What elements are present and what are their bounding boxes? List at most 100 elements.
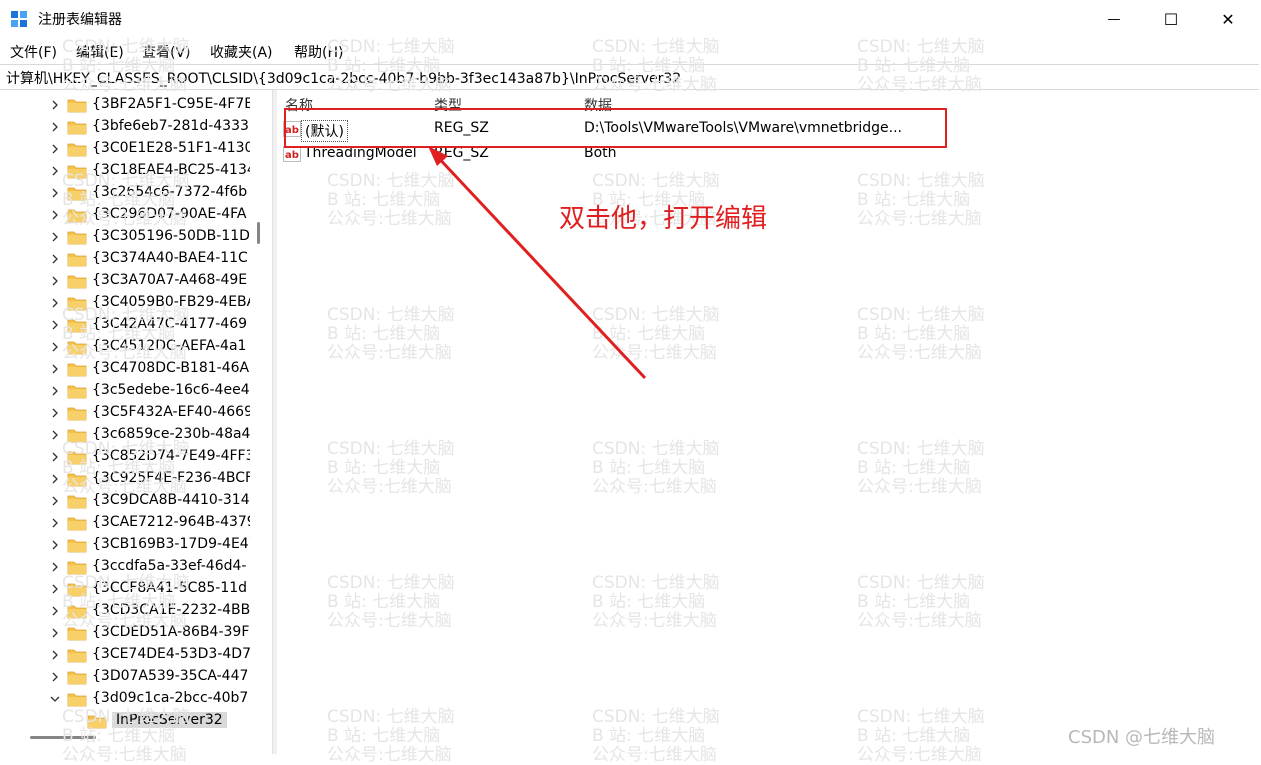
folder-icon xyxy=(67,407,87,421)
tree-item[interactable]: {3C305196-50DB-11D xyxy=(0,226,250,248)
chevron-right-icon[interactable] xyxy=(50,166,60,176)
chevron-right-icon[interactable] xyxy=(50,232,60,242)
tree-item-label: {3bfe6eb7-281d-4333 xyxy=(92,118,249,134)
chevron-right-icon[interactable] xyxy=(50,628,60,638)
folder-icon xyxy=(67,671,87,685)
tree-item-label: {3C5F432A-EF40-4669 xyxy=(92,404,250,420)
tree-item[interactable]: {3c5edebe-16c6-4ee4 xyxy=(0,380,250,402)
menu-file[interactable]: 文件(F) xyxy=(10,42,57,62)
watermark-wechat: 公众号:七维大脑 xyxy=(857,75,982,95)
watermark-bilibili: B 站: 七维大脑 xyxy=(62,726,176,746)
registry-editor-icon xyxy=(11,11,27,27)
maximize-button[interactable]: ☐ xyxy=(1140,0,1202,38)
watermark: CSDN: 七维大脑 B 站: 七维大脑 公众号:七维大脑 xyxy=(62,38,190,95)
chevron-right-icon[interactable] xyxy=(50,276,60,286)
chevron-right-icon[interactable] xyxy=(50,188,60,198)
watermark-csdn: CSDN: 七维大脑 xyxy=(62,707,190,727)
folder-icon xyxy=(67,649,87,663)
chevron-right-icon[interactable] xyxy=(50,452,60,462)
watermark-bilibili: B 站: 七维大脑 xyxy=(857,324,971,344)
chevron-right-icon[interactable] xyxy=(50,254,60,264)
chevron-right-icon[interactable] xyxy=(50,562,60,572)
tree-item[interactable]: {3C374A40-BAE4-11C xyxy=(0,248,250,270)
folder-icon xyxy=(67,121,87,135)
tree-item-label: {3C3A70A7-A468-49E xyxy=(92,272,248,288)
chevron-right-icon[interactable] xyxy=(50,210,60,220)
chevron-right-icon[interactable] xyxy=(50,298,60,308)
chevron-right-icon[interactable] xyxy=(50,584,60,594)
watermark-wechat: 公众号:七维大脑 xyxy=(592,745,717,765)
watermark-wechat: 公众号:七维大脑 xyxy=(857,611,982,631)
chevron-right-icon[interactable] xyxy=(50,342,60,352)
tree-item-label: {3ccdfa5a-33ef-46d4- xyxy=(92,558,247,574)
chevron-right-icon[interactable] xyxy=(50,386,60,396)
watermark-bilibili: B 站: 七维大脑 xyxy=(592,324,706,344)
tree-vertical-scrollbar[interactable] xyxy=(257,222,260,244)
watermark-bilibili: B 站: 七维大脑 xyxy=(62,324,176,344)
folder-icon xyxy=(67,385,87,399)
tree-item[interactable]: {3C3A70A7-A468-49E xyxy=(0,270,250,292)
chevron-right-icon[interactable] xyxy=(50,518,60,528)
tree-item[interactable]: {3D07A539-35CA-447 xyxy=(0,666,250,688)
watermark-csdn: CSDN: 七维大脑 xyxy=(62,573,190,593)
watermark-csdn: CSDN: 七维大脑 xyxy=(857,707,985,727)
tree-item[interactable]: {3CAE7212-964B-4379 xyxy=(0,512,250,534)
watermark-wechat: 公众号:七维大脑 xyxy=(62,209,187,229)
close-button[interactable]: ✕ xyxy=(1197,0,1259,38)
chevron-right-icon[interactable] xyxy=(50,144,60,154)
watermark-csdn: CSDN: 七维大脑 xyxy=(62,171,190,191)
tree-item[interactable]: {3bfe6eb7-281d-4333 xyxy=(0,116,250,138)
folder-icon xyxy=(67,539,87,553)
tree-item[interactable]: {3BF2A5F1-C95E-4F7E xyxy=(0,94,250,116)
chevron-right-icon[interactable] xyxy=(50,408,60,418)
watermark: CSDN: 七维大脑 B 站: 七维大脑 公众号:七维大脑 xyxy=(857,440,985,497)
tree-item-label: {3CE74DE4-53D3-4D7 xyxy=(92,646,250,662)
tree-item[interactable]: {3CB169B3-17D9-4E47 xyxy=(0,534,250,556)
watermark-bilibili: B 站: 七维大脑 xyxy=(327,324,441,344)
watermark: CSDN: 七维大脑 B 站: 七维大脑 公众号:七维大脑 xyxy=(62,306,190,363)
watermark: CSDN: 七维大脑 B 站: 七维大脑 公众号:七维大脑 xyxy=(857,574,985,631)
watermark-csdn: CSDN: 七维大脑 xyxy=(857,439,985,459)
folder-icon xyxy=(67,253,87,267)
watermark-bilibili: B 站: 七维大脑 xyxy=(62,592,176,612)
chevron-right-icon[interactable] xyxy=(50,496,60,506)
menu-favorites[interactable]: 收藏夹(A) xyxy=(210,42,273,62)
tree-item[interactable]: {3C0E1E28-51F1-4130 xyxy=(0,138,250,160)
watermark-csdn: CSDN: 七维大脑 xyxy=(327,171,455,191)
watermark-csdn: CSDN: 七维大脑 xyxy=(592,305,720,325)
chevron-right-icon[interactable] xyxy=(50,364,60,374)
watermark-wechat: 公众号:七维大脑 xyxy=(327,209,452,229)
watermark-csdn: CSDN: 七维大脑 xyxy=(327,707,455,727)
watermark-wechat: 公众号:七维大脑 xyxy=(857,477,982,497)
chevron-right-icon[interactable] xyxy=(50,540,60,550)
chevron-right-icon[interactable] xyxy=(50,122,60,132)
watermark-csdn: CSDN: 七维大脑 xyxy=(327,305,455,325)
tree-item-label: {3d09c1ca-2bcc-40b7 xyxy=(92,690,249,706)
chevron-right-icon[interactable] xyxy=(50,320,60,330)
watermark: CSDN: 七维大脑 B 站: 七维大脑 公众号:七维大脑 xyxy=(62,574,190,631)
tree-item-label: {3CAE7212-964B-4379 xyxy=(92,514,250,530)
watermark-wechat: 公众号:七维大脑 xyxy=(857,209,982,229)
tree-item[interactable]: {3C5F432A-EF40-4669 xyxy=(0,402,250,424)
chevron-right-icon[interactable] xyxy=(50,650,60,660)
chevron-right-icon[interactable] xyxy=(50,430,60,440)
chevron-down-icon[interactable] xyxy=(50,694,60,704)
chevron-right-icon[interactable] xyxy=(50,100,60,110)
watermark-bilibili: B 站: 七维大脑 xyxy=(327,726,441,746)
chevron-right-icon[interactable] xyxy=(50,474,60,484)
watermark: CSDN: 七维大脑 B 站: 七维大脑 公众号:七维大脑 xyxy=(327,172,455,229)
minimize-button[interactable]: — xyxy=(1083,0,1145,38)
watermark-wechat: 公众号:七维大脑 xyxy=(327,477,452,497)
tree-item-label: {3BF2A5F1-C95E-4F7E xyxy=(92,96,250,112)
watermark: CSDN: 七维大脑 B 站: 七维大脑 公众号:七维大脑 xyxy=(327,440,455,497)
chevron-right-icon[interactable] xyxy=(50,672,60,682)
watermark-csdn: CSDN: 七维大脑 xyxy=(62,37,190,57)
watermark-bilibili: B 站: 七维大脑 xyxy=(62,56,176,76)
chevron-right-icon[interactable] xyxy=(50,606,60,616)
watermark-csdn: CSDN: 七维大脑 xyxy=(857,573,985,593)
folder-icon xyxy=(67,231,87,245)
tree-item-label: {3CB169B3-17D9-4E47 xyxy=(92,536,250,552)
watermark-bilibili: B 站: 七维大脑 xyxy=(327,458,441,478)
watermark-wechat: 公众号:七维大脑 xyxy=(62,75,187,95)
tree-item[interactable]: {3CE74DE4-53D3-4D7 xyxy=(0,644,250,666)
